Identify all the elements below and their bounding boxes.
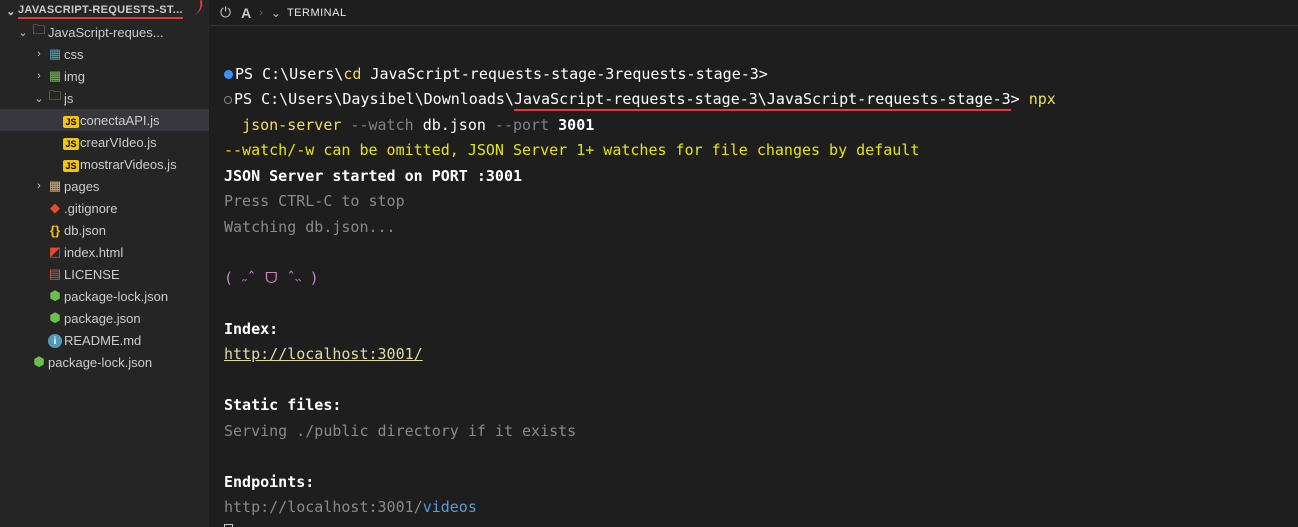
folder-project[interactable]: ⌄ 🗀 JavaScript-reques... bbox=[0, 21, 209, 43]
a-icon[interactable]: A bbox=[241, 5, 251, 21]
param-watch: --watch bbox=[341, 116, 422, 134]
chevron-down-icon: ⌄ bbox=[16, 26, 30, 39]
file-label: conectaAPI.js bbox=[80, 113, 209, 128]
file-outer-packagelock[interactable]: ⬢ package-lock.json bbox=[0, 351, 209, 373]
folder-css[interactable]: › ▦ css bbox=[0, 43, 209, 65]
cmd-npx: npx bbox=[1029, 90, 1056, 108]
folder-js[interactable]: ⌄ 🗀 js bbox=[0, 87, 209, 109]
folder-pages[interactable]: › ▦ pages bbox=[0, 175, 209, 197]
index-url[interactable]: http://localhost:3001/ bbox=[224, 345, 423, 363]
file-label: package-lock.json bbox=[48, 355, 209, 370]
file-label: crearVIdeo.js bbox=[80, 135, 209, 150]
panel-tabs: ⏻ A › ⌄ TERMINAL bbox=[210, 0, 1298, 26]
chevron-right-icon: › bbox=[32, 70, 46, 82]
warning-line: --watch/-w can be omitted, JSON Server 1… bbox=[224, 141, 919, 159]
js-file-icon: JS bbox=[62, 157, 80, 172]
folder-label: JavaScript-reques... bbox=[48, 25, 209, 40]
file-label: .gitignore bbox=[64, 201, 209, 216]
json-icon: {} bbox=[46, 223, 64, 238]
js-file-icon: JS bbox=[62, 113, 80, 128]
watching-line: Watching db.json... bbox=[224, 218, 396, 236]
arg-port: 3001 bbox=[558, 116, 594, 134]
ascii-art: ( ˶ˆ ᗜ ˆ˵ ) bbox=[224, 269, 319, 287]
file-license[interactable]: ▤ LICENSE bbox=[0, 263, 209, 285]
prompt-path-underlined: JavaScript-requests-stage-3\JavaScript-r… bbox=[514, 90, 1011, 111]
file-label: package-lock.json bbox=[64, 289, 209, 304]
main-panel: ⏻ A › ⌄ TERMINAL PS C:\Users\cd JavaScri… bbox=[210, 0, 1298, 527]
folder-open-icon: 🗀 bbox=[30, 21, 48, 43]
js-file-icon: JS bbox=[62, 135, 80, 150]
file-crearVideo[interactable]: JS crearVIdeo.js bbox=[0, 131, 209, 153]
prompt-rest: JavaScript-requests-stage-3requests-stag… bbox=[361, 65, 767, 83]
file-label: package.json bbox=[64, 311, 209, 326]
prompt-text: PS C:\Users\ bbox=[235, 65, 343, 83]
chevron-down-icon: ⌄ bbox=[32, 92, 46, 105]
file-label: README.md bbox=[64, 333, 209, 348]
info-icon: i bbox=[46, 332, 64, 349]
plug-icon[interactable]: ⏻ bbox=[220, 4, 231, 21]
npm-icon: ⬢ bbox=[30, 354, 48, 370]
file-label: LICENSE bbox=[64, 267, 209, 282]
indent bbox=[224, 116, 242, 134]
chevron-right-icon: › bbox=[32, 180, 46, 192]
npm-icon: ⬢ bbox=[46, 310, 64, 326]
terminal-tab[interactable]: TERMINAL bbox=[287, 7, 347, 19]
file-packagejson[interactable]: ⬢ package.json bbox=[0, 307, 209, 329]
file-indexhtml[interactable]: ◩ index.html bbox=[0, 241, 209, 263]
file-packagelock[interactable]: ⬢ package-lock.json bbox=[0, 285, 209, 307]
arg-db: db.json bbox=[423, 116, 486, 134]
ctrlc-line: Press CTRL-C to stop bbox=[224, 192, 405, 210]
chevron-right-icon: › bbox=[32, 48, 46, 60]
file-mostrarVideos[interactable]: JS mostrarVideos.js bbox=[0, 153, 209, 175]
param-port: --port bbox=[486, 116, 558, 134]
static-heading: Static files: bbox=[224, 396, 341, 414]
cmd-cd: cd bbox=[343, 65, 361, 83]
active-dot-icon bbox=[224, 70, 233, 79]
terminal-output[interactable]: PS C:\Users\cd JavaScript-requests-stage… bbox=[210, 26, 1298, 527]
folder-open-icon: 🗀 bbox=[46, 87, 64, 109]
folder-img-icon: ▦ bbox=[46, 68, 64, 84]
file-dbjson[interactable]: {} db.json bbox=[0, 219, 209, 241]
endpoints-heading: Endpoints: bbox=[224, 473, 314, 491]
npm-icon: ⬢ bbox=[46, 288, 64, 304]
folder-pages-icon: ▦ bbox=[46, 178, 64, 194]
html-icon: ◩ bbox=[46, 244, 64, 260]
file-readme[interactable]: i README.md bbox=[0, 329, 209, 351]
chevron-down-icon: ⌄ bbox=[4, 5, 18, 18]
separator: › bbox=[257, 7, 265, 19]
folder-label: pages bbox=[64, 179, 209, 194]
endpoints-url[interactable]: http://localhost:3001/videos bbox=[224, 498, 477, 516]
explorer-sidebar: ⌄ JAVASCRIPT-REQUESTS-ST... ⌄ 🗀 JavaScri… bbox=[0, 0, 210, 527]
folder-label: css bbox=[64, 47, 209, 62]
file-label: db.json bbox=[64, 223, 209, 238]
file-gitignore[interactable]: ◆ .gitignore bbox=[0, 197, 209, 219]
file-label: mostrarVideos.js bbox=[80, 157, 209, 172]
explorer-root-header[interactable]: ⌄ JAVASCRIPT-REQUESTS-ST... bbox=[0, 0, 209, 21]
file-label: index.html bbox=[64, 245, 209, 260]
license-icon: ▤ bbox=[46, 266, 64, 282]
chevron-down-icon[interactable]: ⌄ bbox=[271, 6, 281, 20]
static-text: Serving ./public directory if it exists bbox=[224, 422, 576, 440]
file-conectaAPI[interactable]: JS conectaAPI.js bbox=[0, 109, 209, 131]
git-icon: ◆ bbox=[46, 200, 64, 216]
prompt-text: PS C:\Users\Daysibel\Downloads\ bbox=[234, 90, 514, 108]
started-line: JSON Server started on PORT :3001 bbox=[224, 167, 522, 185]
prompt-gt: > bbox=[1011, 90, 1029, 108]
folder-label: js bbox=[64, 91, 209, 106]
folder-label: img bbox=[64, 69, 209, 84]
folder-css-icon: ▦ bbox=[46, 46, 64, 62]
folder-img[interactable]: › ▦ img bbox=[0, 65, 209, 87]
idle-dot-icon bbox=[224, 96, 232, 104]
explorer-root-label: JAVASCRIPT-REQUESTS-ST... bbox=[18, 4, 183, 19]
cmd-jsonserver: json-server bbox=[242, 116, 341, 134]
index-heading: Index: bbox=[224, 320, 278, 338]
